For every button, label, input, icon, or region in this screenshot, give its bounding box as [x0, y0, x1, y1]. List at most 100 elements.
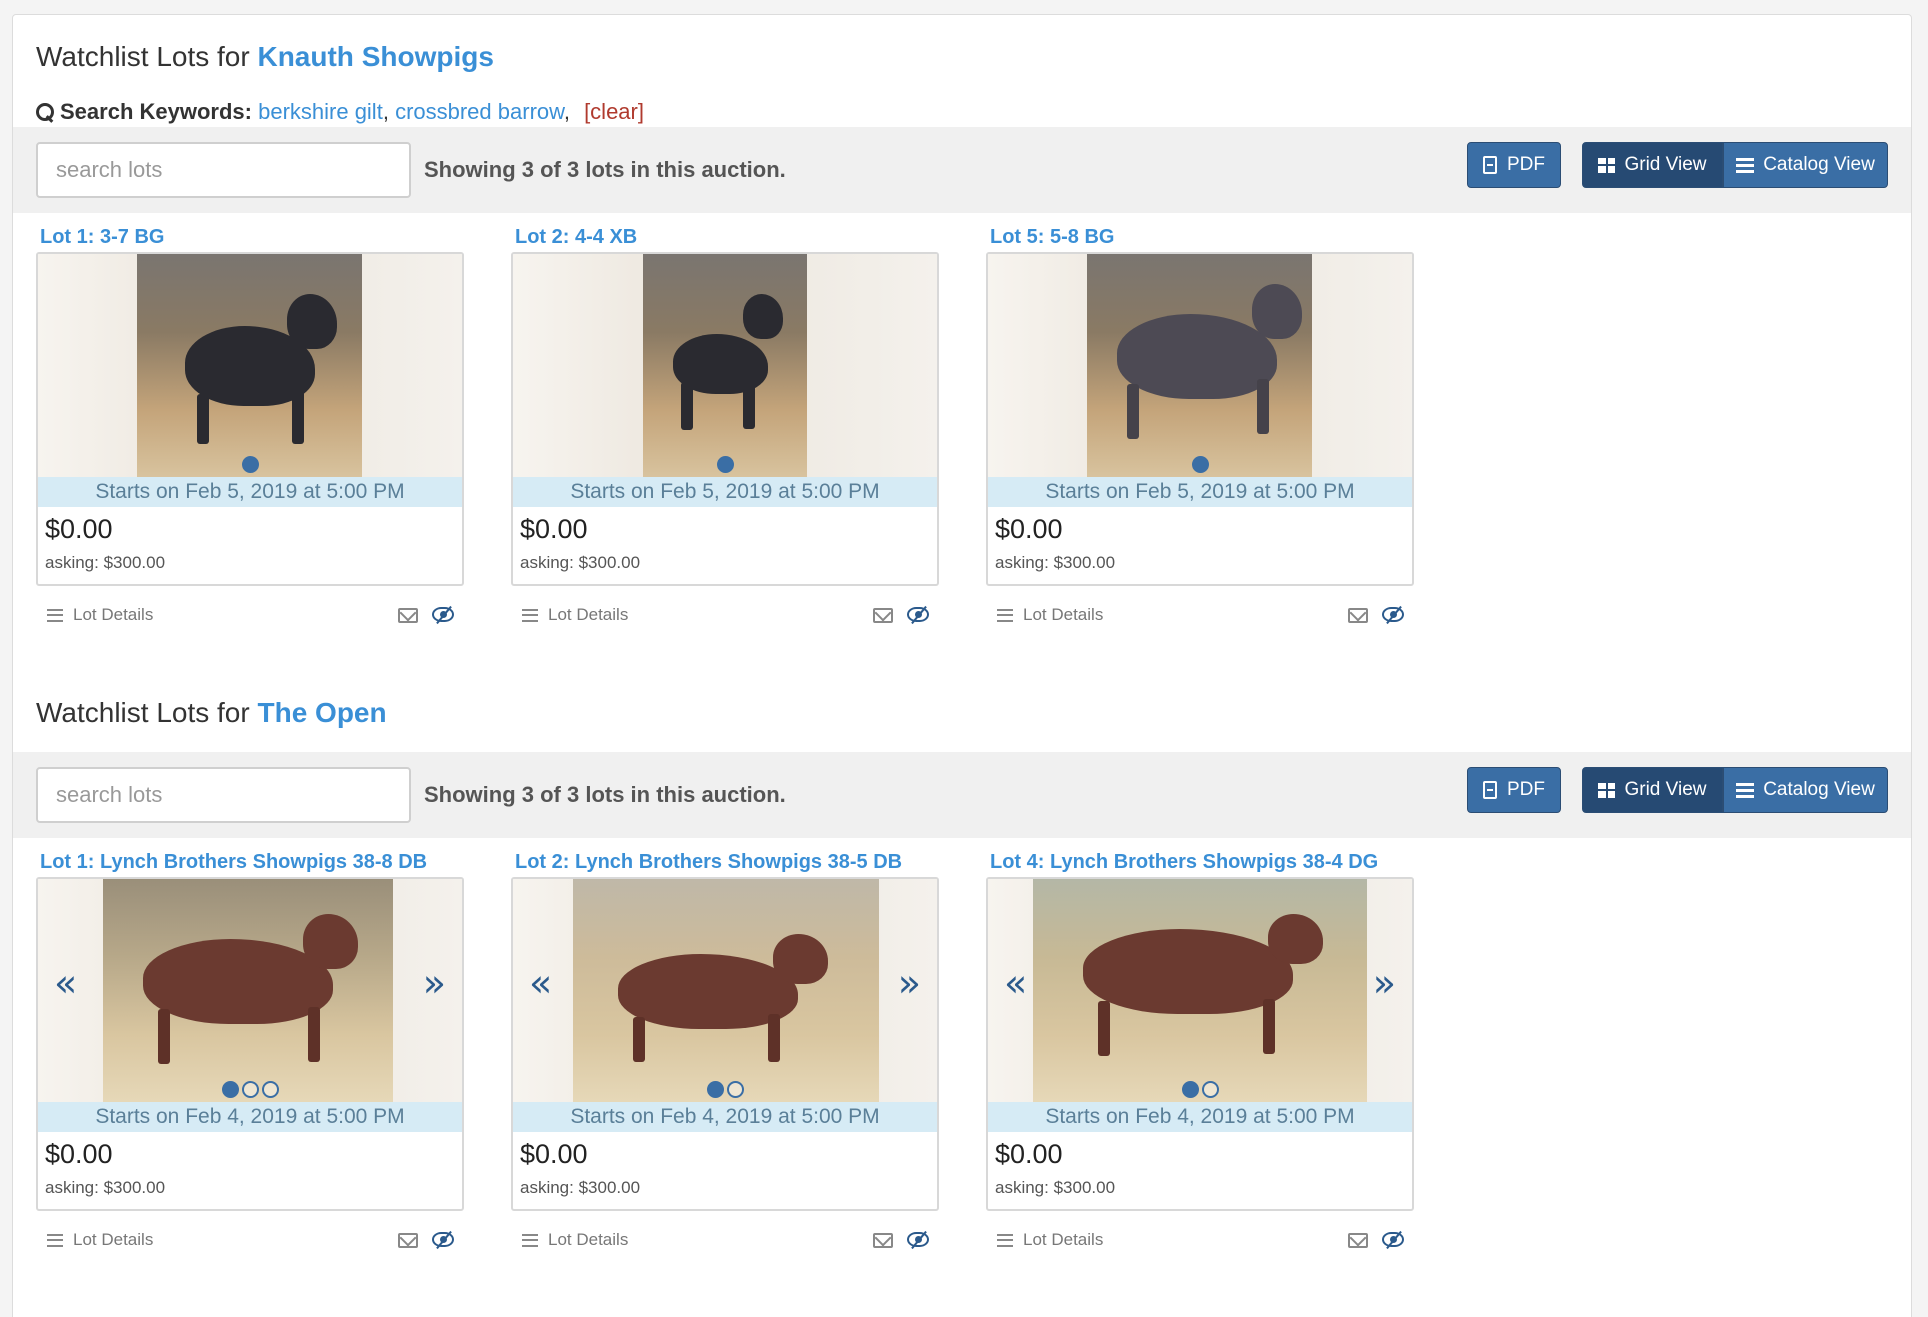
- lot-title-link[interactable]: Lot 2: 4-4 XB: [511, 222, 939, 252]
- lot-asking-price: asking: $300.00: [45, 1178, 166, 1197]
- lot-current-bid: $0.00: [520, 514, 588, 544]
- carousel-dot[interactable]: [726, 1081, 744, 1098]
- search-icon: [36, 103, 54, 121]
- lots-toolbar: Showing 3 of 3 lots in this auction. PDF…: [13, 127, 1911, 213]
- lot-details-link[interactable]: Lot Details: [997, 605, 1103, 625]
- chevron-double-left-icon[interactable]: «: [1004, 964, 1027, 1002]
- lot-asking-price: asking: $300.00: [520, 553, 641, 572]
- carousel-dot[interactable]: [1201, 1081, 1219, 1098]
- lot-photo: [137, 254, 362, 477]
- grid-view-button[interactable]: Grid View: [1582, 142, 1723, 188]
- carousel-indicators: [38, 456, 462, 473]
- eye-slash-icon[interactable]: [1382, 607, 1404, 622]
- eye-slash-icon[interactable]: [907, 607, 929, 622]
- lot-details-link[interactable]: Lot Details: [522, 1230, 628, 1250]
- carousel-dot[interactable]: [716, 456, 734, 473]
- envelope-icon[interactable]: [398, 608, 418, 623]
- lot-card: Lot 2: Lynch Brothers Showpigs 38-5 DB «…: [511, 847, 939, 1249]
- keyword-link[interactable]: berkshire gilt: [258, 99, 383, 124]
- lot-title-link[interactable]: Lot 5: 5-8 BG: [986, 222, 1414, 252]
- carousel-dot[interactable]: [241, 1081, 259, 1098]
- lot-details-link[interactable]: Lot Details: [47, 605, 153, 625]
- eye-slash-icon[interactable]: [432, 1232, 454, 1247]
- lot-details-link[interactable]: Lot Details: [47, 1230, 153, 1250]
- keyword-link[interactable]: crossbred barrow: [395, 99, 564, 124]
- lot-photo-carousel[interactable]: « »: [988, 879, 1412, 1102]
- lot-details-link[interactable]: Lot Details: [522, 605, 628, 625]
- chevron-double-left-icon[interactable]: «: [529, 964, 552, 1002]
- lot-title-link[interactable]: Lot 4: Lynch Brothers Showpigs 38-4 DG: [986, 847, 1414, 877]
- lot-photo-carousel[interactable]: [988, 254, 1412, 477]
- carousel-dot[interactable]: [261, 1081, 279, 1098]
- catalog-view-button[interactable]: Catalog View: [1723, 142, 1888, 188]
- search-keywords: Search Keywords: berkshire gilt, crossbr…: [36, 99, 644, 125]
- lot-card: Lot 2: 4-4 XB Starts on Feb 5, 2019 at 5…: [511, 222, 939, 624]
- lot-details-label: Lot Details: [1023, 605, 1104, 624]
- menu-icon: [47, 1233, 63, 1247]
- clear-keywords-link[interactable]: [clear]: [584, 99, 644, 124]
- catalog-view-button[interactable]: Catalog View: [1723, 767, 1888, 813]
- pdf-button[interactable]: PDF: [1467, 142, 1561, 188]
- lot-card-box: Starts on Feb 5, 2019 at 5:00 PM $0.00 a…: [986, 252, 1414, 586]
- lot-photo-carousel[interactable]: « »: [513, 879, 937, 1102]
- lot-asking-price: asking: $300.00: [520, 1178, 641, 1197]
- carousel-dot[interactable]: [221, 1081, 239, 1098]
- carousel-indicators: [38, 1081, 462, 1098]
- auction-name-link[interactable]: Knauth Showpigs: [257, 41, 493, 72]
- envelope-icon[interactable]: [1348, 608, 1368, 623]
- eye-slash-icon[interactable]: [432, 607, 454, 622]
- grid-view-button[interactable]: Grid View: [1582, 767, 1723, 813]
- keywords-label: Search Keywords:: [60, 99, 252, 124]
- lot-photo-carousel[interactable]: [38, 254, 462, 477]
- carousel-indicators: [513, 1081, 937, 1098]
- lot-details-label: Lot Details: [73, 605, 154, 624]
- menu-icon: [997, 1233, 1013, 1247]
- lot-card-footer: Lot Details: [511, 600, 939, 630]
- lot-current-bid: $0.00: [995, 1139, 1063, 1169]
- lot-card-footer: Lot Details: [986, 1225, 1414, 1255]
- lot-details-label: Lot Details: [1023, 1230, 1104, 1249]
- lots-toolbar: Showing 3 of 3 lots in this auction. PDF…: [13, 752, 1911, 838]
- lot-card-box: « » Starts on Feb 4, 2019 at 5:00 PM $0.…: [986, 877, 1414, 1211]
- chevron-double-right-icon[interactable]: »: [1373, 964, 1396, 1002]
- pig-image: [1117, 314, 1277, 399]
- lot-title-link[interactable]: Lot 2: Lynch Brothers Showpigs 38-5 DB: [511, 847, 939, 877]
- lot-current-bid: $0.00: [45, 514, 113, 544]
- lot-start-time: Starts on Feb 4, 2019 at 5:00 PM: [988, 1102, 1412, 1132]
- lot-card: Lot 1: Lynch Brothers Showpigs 38-8 DB «…: [36, 847, 464, 1249]
- grid-view-label: Grid View: [1624, 779, 1707, 800]
- lot-title-link[interactable]: Lot 1: Lynch Brothers Showpigs 38-8 DB: [36, 847, 464, 877]
- chevron-double-right-icon[interactable]: »: [423, 964, 446, 1002]
- eye-slash-icon[interactable]: [907, 1232, 929, 1247]
- envelope-icon[interactable]: [873, 1233, 893, 1248]
- lot-photo: [103, 879, 393, 1102]
- grid-icon: [1598, 157, 1616, 173]
- lot-asking-price: asking: $300.00: [995, 1178, 1116, 1197]
- carousel-dot[interactable]: [706, 1081, 724, 1098]
- search-lots-input[interactable]: [36, 142, 411, 198]
- eye-slash-icon[interactable]: [1382, 1232, 1404, 1247]
- lot-photo-carousel[interactable]: « »: [38, 879, 462, 1102]
- envelope-icon[interactable]: [1348, 1233, 1368, 1248]
- lot-details-link[interactable]: Lot Details: [997, 1230, 1103, 1250]
- pdf-label: PDF: [1507, 779, 1545, 800]
- showing-count: Showing 3 of 3 lots in this auction.: [424, 157, 786, 182]
- lot-title-link[interactable]: Lot 1: 3-7 BG: [36, 222, 464, 252]
- lot-current-bid: $0.00: [520, 1139, 588, 1169]
- pdf-button[interactable]: PDF: [1467, 767, 1561, 813]
- envelope-icon[interactable]: [873, 608, 893, 623]
- lot-photo-carousel[interactable]: [513, 254, 937, 477]
- list-icon: [1736, 782, 1755, 798]
- carousel-dot[interactable]: [1191, 456, 1209, 473]
- auction-name-link[interactable]: The Open: [257, 697, 386, 728]
- lot-card-box: Starts on Feb 5, 2019 at 5:00 PM $0.00 a…: [36, 252, 464, 586]
- carousel-dot[interactable]: [1181, 1081, 1199, 1098]
- carousel-dot[interactable]: [241, 456, 259, 473]
- lot-details-label: Lot Details: [73, 1230, 154, 1249]
- chevron-double-right-icon[interactable]: »: [898, 964, 921, 1002]
- lot-photo: [643, 254, 807, 477]
- lot-start-time: Starts on Feb 5, 2019 at 5:00 PM: [38, 477, 462, 507]
- chevron-double-left-icon[interactable]: «: [54, 964, 77, 1002]
- search-lots-input[interactable]: [36, 767, 411, 823]
- envelope-icon[interactable]: [398, 1233, 418, 1248]
